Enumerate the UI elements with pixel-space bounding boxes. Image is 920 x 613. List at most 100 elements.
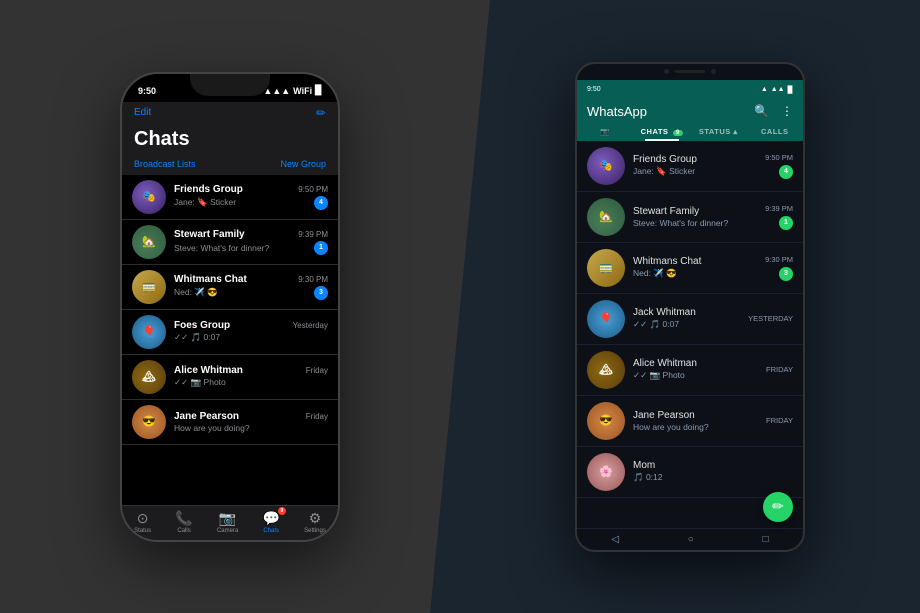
chat-info: Jane Pearson Friday How are you doing? xyxy=(174,411,328,433)
chat-name: Mom xyxy=(633,460,785,471)
chat-time: FRIDAY xyxy=(766,365,793,374)
wifi-icon: ▲ xyxy=(761,86,768,93)
avatar: 😎 xyxy=(132,405,166,439)
android-nav-recent[interactable]: □ xyxy=(763,534,769,545)
chat-preview-row: Ned: ✈️ 😎 3 xyxy=(174,286,328,300)
android-fab[interactable]: ✏ xyxy=(763,492,793,522)
chat-info: Mom 🎵 0:12 xyxy=(633,460,785,483)
ios-nav-camera[interactable]: 📷 Camera xyxy=(217,510,238,534)
list-item[interactable]: 😎 Jane Pearson How are you doing? FRIDAY xyxy=(577,396,803,447)
ios-nav-settings[interactable]: ⚙ Settings xyxy=(304,510,326,534)
camera-label: Camera xyxy=(217,528,238,534)
unread-badge: 3 xyxy=(779,267,793,281)
fab-icon: ✏ xyxy=(772,498,784,515)
chat-meta: 9:30 PM 3 xyxy=(765,255,793,281)
android-app-title: WhatsApp xyxy=(587,104,647,119)
settings-icon: ⚙ xyxy=(309,510,322,527)
ios-nav-status[interactable]: ⊙ Status xyxy=(134,510,151,534)
unread-badge: 3 xyxy=(314,286,328,300)
tab-camera[interactable]: 📷 xyxy=(577,123,634,141)
list-item[interactable]: 🌸 Mom 🎵 0:12 xyxy=(577,447,803,498)
avatar: 🎭 xyxy=(587,147,625,185)
list-item[interactable]: 🚃 Whitmans Chat Ned: ✈️ 😎 9:30 PM 3 xyxy=(577,243,803,294)
avatar: 🎭 xyxy=(132,180,166,214)
chat-name-row: Friends Group 9:50 PM xyxy=(174,184,328,195)
ios-edit-button[interactable]: Edit xyxy=(134,107,151,118)
ios-nav-chats[interactable]: 💬 Chats xyxy=(263,510,280,534)
android-chat-list: 🎭 Friends Group Jane: 🔖 Sticker 9:50 PM … xyxy=(577,141,803,528)
unread-badge: 4 xyxy=(779,165,793,179)
list-item[interactable]: 🎭 Friends Group 9:50 PM Jane: 🔖 Sticker … xyxy=(122,175,338,220)
ios-links-bar: Broadcast Lists New Group xyxy=(122,157,338,175)
unread-badge: 1 xyxy=(779,216,793,230)
list-item[interactable]: 🎈 Jack Whitman ✓✓ 🎵 0:07 YESTERDAY xyxy=(577,294,803,345)
list-item[interactable]: 🎭 Friends Group Jane: 🔖 Sticker 9:50 PM … xyxy=(577,141,803,192)
camera-tab-icon: 📷 xyxy=(600,127,610,136)
signal-icon: ▲▲▲ xyxy=(263,86,290,96)
chat-meta: YESTERDAY xyxy=(748,314,793,323)
avatar: 🌸 xyxy=(587,453,625,491)
list-item[interactable]: 🏔 Alice Whitman Friday ✓✓ 📷 Photo xyxy=(122,355,338,400)
tab-status[interactable]: STATUS ▴ xyxy=(690,123,747,141)
ios-newgroup-link[interactable]: New Group xyxy=(280,159,326,169)
ios-nav-calls[interactable]: 📞 Calls xyxy=(175,510,192,534)
chat-name: Alice Whitman xyxy=(633,358,758,369)
tab-chats[interactable]: CHATS 9 xyxy=(634,123,691,141)
chat-preview: 🎵 0:12 xyxy=(633,472,753,483)
chat-info: Friends Group Jane: 🔖 Sticker xyxy=(633,154,757,177)
avatar: 🚃 xyxy=(132,270,166,304)
chats-tab-badge: 9 xyxy=(673,130,683,136)
chat-name: Foes Group xyxy=(174,320,230,331)
chat-preview: Ned: ✈️ 😎 xyxy=(633,268,753,279)
chat-info: Whitmans Chat Ned: ✈️ 😎 xyxy=(633,256,757,279)
unread-badge: 4 xyxy=(314,196,328,210)
list-item[interactable]: 🏡 Stewart Family 9:39 PM Steve: What's f… xyxy=(122,220,338,265)
android-nav-home[interactable]: ○ xyxy=(688,534,694,545)
speaker xyxy=(675,70,705,73)
avatar: 😎 xyxy=(587,402,625,440)
avatar-initials: 🎭 xyxy=(587,147,625,185)
avatar-initials: 🎈 xyxy=(587,300,625,338)
list-item[interactable]: 🏔 Alice Whitman ✓✓ 📷 Photo FRIDAY xyxy=(577,345,803,396)
unread-badge: 1 xyxy=(314,241,328,255)
calls-label: Calls xyxy=(177,528,190,534)
tab-calls[interactable]: CALLS xyxy=(747,123,804,141)
android-device: 9:50 ▲ ▲▲ ▉ WhatsApp 🔍 ⋮ 📷 xyxy=(575,62,805,552)
ios-statusbar-right: ▲▲▲ WiFi ▉ xyxy=(263,85,322,96)
search-icon[interactable]: 🔍 xyxy=(754,104,769,118)
avatar-initials: 😎 xyxy=(132,405,166,439)
chat-name: Jane Pearson xyxy=(174,411,239,422)
chat-name-row: Jane Pearson Friday xyxy=(174,411,328,422)
chat-name: Alice Whitman xyxy=(174,365,243,376)
list-item[interactable]: 😎 Jane Pearson Friday How are you doing? xyxy=(122,400,338,445)
chat-preview: Steve: What's for dinner? xyxy=(633,218,753,228)
avatar-initials: 🏡 xyxy=(587,198,625,236)
android-statusbar: 9:50 ▲ ▲▲ ▉ xyxy=(577,80,803,98)
ios-broadcast-link[interactable]: Broadcast Lists xyxy=(134,159,196,169)
chats-label: Chats xyxy=(263,528,279,534)
more-icon[interactable]: ⋮ xyxy=(781,104,793,118)
list-item[interactable]: 🏡 Stewart Family Steve: What's for dinne… xyxy=(577,192,803,243)
chat-preview: ✓✓ 📷 Photo xyxy=(174,377,226,388)
ios-title-bar: Chats xyxy=(122,126,338,157)
list-item[interactable]: 🚃 Whitmans Chat 9:30 PM Ned: ✈️ 😎 3 xyxy=(122,265,338,310)
android-nav-back[interactable]: ◁ xyxy=(611,534,619,545)
iphone-notch xyxy=(190,74,270,96)
avatar-initials: 🏔 xyxy=(132,360,166,394)
chat-name-row: Alice Whitman Friday xyxy=(174,365,328,376)
list-item[interactable]: 🎈 Foes Group Yesterday ✓✓ 🎵 0:07 xyxy=(122,310,338,355)
calls-icon: 📞 xyxy=(175,510,192,527)
status-tab-label: STATUS ▴ xyxy=(699,127,738,136)
ios-compose-icon[interactable]: ✏ xyxy=(316,106,326,120)
avatar: 🎈 xyxy=(587,300,625,338)
front-camera xyxy=(664,69,669,74)
avatar: 🏡 xyxy=(132,225,166,259)
chat-preview: Jane: 🔖 Sticker xyxy=(174,197,236,208)
avatar-initials: 🌸 xyxy=(587,453,625,491)
iphone-screen: 9:50 ▲▲▲ WiFi ▉ Edit ✏ Chats Broadcast L… xyxy=(122,74,338,540)
chat-meta: FRIDAY xyxy=(766,365,793,374)
chat-info: Alice Whitman ✓✓ 📷 Photo xyxy=(633,358,758,381)
chat-time: 9:39 PM xyxy=(765,204,793,213)
battery-icon: ▉ xyxy=(788,86,793,94)
chat-name-row: Foes Group Yesterday xyxy=(174,320,328,331)
